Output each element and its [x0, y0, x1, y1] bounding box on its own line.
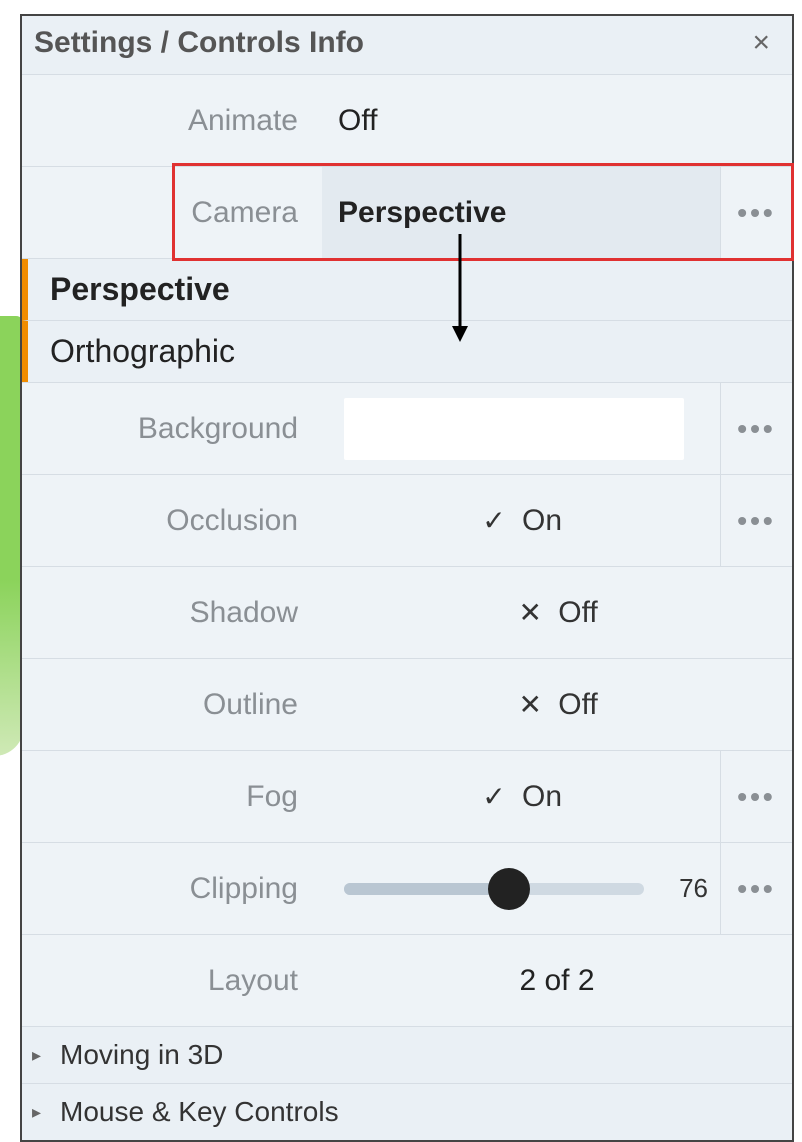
shadow-value-text: Off	[558, 596, 597, 630]
camera-option-orthographic[interactable]: Orthographic	[22, 321, 792, 382]
panel-title: Settings / Controls Info	[34, 26, 364, 60]
section-mouse-key-controls[interactable]: ▸ Mouse & Key Controls	[22, 1084, 792, 1140]
camera-option-perspective[interactable]: Perspective	[22, 259, 792, 321]
shadow-value[interactable]: ✕ Off	[322, 567, 792, 658]
animate-label: Animate	[22, 104, 322, 138]
row-animate: Animate Off	[22, 75, 792, 167]
cross-icon: ✕	[516, 596, 544, 629]
row-clipping: Clipping 76 •••	[22, 843, 792, 935]
row-camera: Camera Perspective •••	[22, 167, 792, 259]
settings-panel: Settings / Controls Info × Animate Off C…	[20, 14, 794, 1142]
camera-value-text: Perspective	[338, 196, 506, 230]
clipping-slider-thumb[interactable]	[488, 868, 530, 910]
row-shadow: Shadow ✕ Off	[22, 567, 792, 659]
animate-value-text: Off	[338, 104, 377, 138]
camera-label: Camera	[22, 196, 322, 230]
occlusion-label: Occlusion	[22, 504, 322, 538]
layout-value-text: 2 of 2	[519, 964, 594, 998]
outline-label: Outline	[22, 688, 322, 722]
outline-value[interactable]: ✕ Off	[322, 659, 792, 750]
clipping-value: 76	[322, 843, 720, 934]
background-swatch[interactable]	[344, 398, 684, 460]
close-icon[interactable]: ×	[748, 28, 774, 58]
section-mouse-key-controls-label: Mouse & Key Controls	[60, 1096, 339, 1128]
occlusion-value[interactable]: ✓ On	[322, 475, 720, 566]
section-moving-in-3d-label: Moving in 3D	[60, 1039, 223, 1071]
row-outline: Outline ✕ Off	[22, 659, 792, 751]
check-icon: ✓	[480, 504, 508, 537]
caret-right-icon: ▸	[32, 1045, 48, 1066]
layout-value[interactable]: 2 of 2	[322, 935, 792, 1026]
row-background: Background •••	[22, 383, 792, 475]
camera-option-orthographic-text: Orthographic	[50, 333, 235, 370]
background-more-button[interactable]: •••	[720, 383, 792, 474]
fog-value-text: On	[522, 780, 562, 814]
clipping-readout: 76	[668, 873, 708, 904]
fog-value[interactable]: ✓ On	[322, 751, 720, 842]
animate-value[interactable]: Off	[322, 75, 792, 166]
panel-titlebar: Settings / Controls Info ×	[22, 16, 792, 75]
camera-dropdown: Perspective Orthographic	[22, 259, 792, 383]
background-label: Background	[22, 412, 322, 446]
row-layout: Layout 2 of 2	[22, 935, 792, 1027]
check-icon: ✓	[480, 780, 508, 813]
fog-label: Fog	[22, 780, 322, 814]
clipping-more-button[interactable]: •••	[720, 843, 792, 934]
cross-icon: ✕	[516, 688, 544, 721]
section-moving-in-3d[interactable]: ▸ Moving in 3D	[22, 1027, 792, 1084]
camera-option-perspective-text: Perspective	[50, 271, 230, 308]
layout-label: Layout	[22, 964, 322, 998]
background-value[interactable]	[322, 383, 720, 474]
row-fog: Fog ✓ On •••	[22, 751, 792, 843]
occlusion-more-button[interactable]: •••	[720, 475, 792, 566]
row-occlusion: Occlusion ✓ On •••	[22, 475, 792, 567]
outline-value-text: Off	[558, 688, 597, 722]
camera-value[interactable]: Perspective	[322, 167, 720, 258]
caret-right-icon: ▸	[32, 1102, 48, 1123]
clipping-label: Clipping	[22, 872, 322, 906]
camera-more-button[interactable]: •••	[720, 167, 792, 258]
clipping-slider[interactable]	[344, 883, 644, 895]
clipping-slider-fill	[344, 883, 509, 895]
fog-more-button[interactable]: •••	[720, 751, 792, 842]
occlusion-value-text: On	[522, 504, 562, 538]
shadow-label: Shadow	[22, 596, 322, 630]
